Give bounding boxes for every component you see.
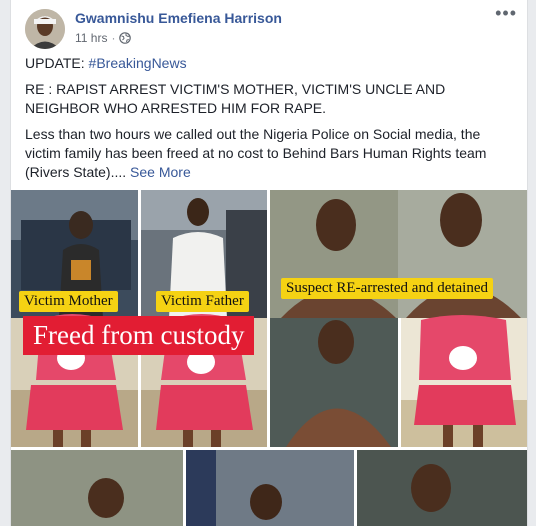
post-photo-collage[interactable]: Victim Mother Victim Father Freed from c… [11, 190, 527, 447]
globe-icon[interactable] [119, 32, 132, 44]
hashtag-link[interactable]: #BreakingNews [89, 55, 187, 71]
post-meta: 11 hrs · [75, 31, 132, 45]
separator-dot: · [111, 31, 116, 45]
post-body: Less than two hours we called out the Ni… [25, 125, 511, 182]
label-victim-mother: Victim Mother [19, 291, 118, 312]
author-name[interactable]: Gwamnishu Emefiena Harrison [75, 10, 282, 26]
facebook-post: Gwamnishu Emefiena Harrison 11 hrs · •••… [10, 0, 528, 526]
post-headline: RE : RAPIST ARREST VICTIM'S MOTHER, VICT… [25, 81, 446, 116]
see-more-link[interactable]: See More [130, 164, 191, 180]
label-freed-from-custody: Freed from custody [23, 316, 255, 355]
post-update-line: UPDATE: #BreakingNews [25, 54, 511, 73]
label-suspect-rearrested: Suspect RE-arrested and detained [281, 278, 494, 299]
timestamp[interactable]: 11 hrs [75, 31, 107, 45]
label-victim-father: Victim Father [156, 291, 249, 312]
post-body-text: Less than two hours we called out the Ni… [25, 126, 487, 180]
avatar[interactable] [25, 9, 65, 49]
post-photo-row-2[interactable] [11, 450, 527, 526]
more-options-icon[interactable]: ••• [495, 3, 517, 24]
update-prefix: UPDATE: [25, 55, 89, 71]
